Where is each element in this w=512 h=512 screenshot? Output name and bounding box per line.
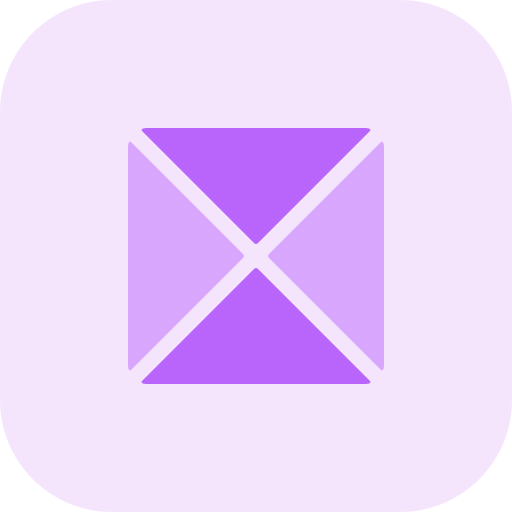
app-icon-tile[interactable] xyxy=(0,0,512,512)
split-square-icon xyxy=(128,128,384,384)
